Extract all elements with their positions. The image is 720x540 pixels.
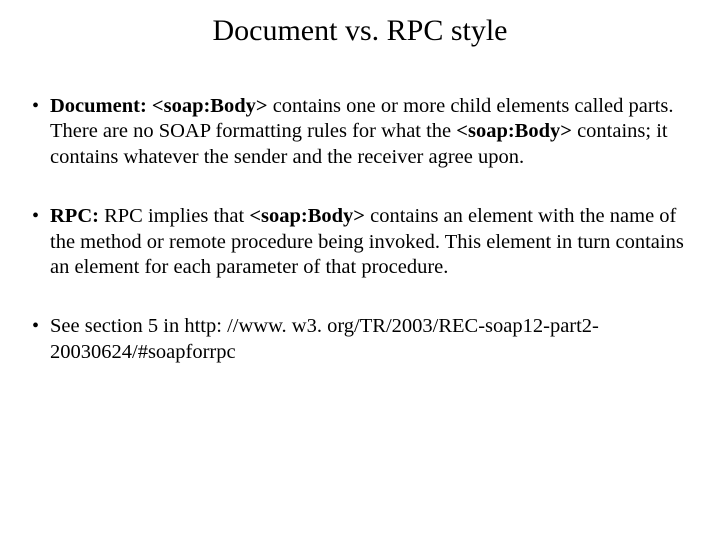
bullet-lead: RPC: xyxy=(50,205,99,227)
soap-body-tag: <soap:Body> xyxy=(456,120,572,142)
bullet-item-rpc: RPC: RPC implies that <soap:Body> contai… xyxy=(28,204,696,280)
text: RPC implies that xyxy=(99,205,249,227)
slide: Document vs. RPC style Document: <soap:B… xyxy=(0,0,720,540)
slide-title: Document vs. RPC style xyxy=(24,14,696,48)
text: See section 5 in http: //www. w3. org/TR… xyxy=(50,315,599,362)
bullet-item-reference: See section 5 in http: //www. w3. org/TR… xyxy=(28,314,696,365)
soap-body-tag: <soap:Body> xyxy=(152,95,268,117)
bullet-list: Document: <soap:Body> contains one or mo… xyxy=(24,94,696,365)
soap-body-tag: <soap:Body> xyxy=(249,205,365,227)
bullet-item-document: Document: <soap:Body> contains one or mo… xyxy=(28,94,696,170)
bullet-lead: Document: xyxy=(50,95,147,117)
